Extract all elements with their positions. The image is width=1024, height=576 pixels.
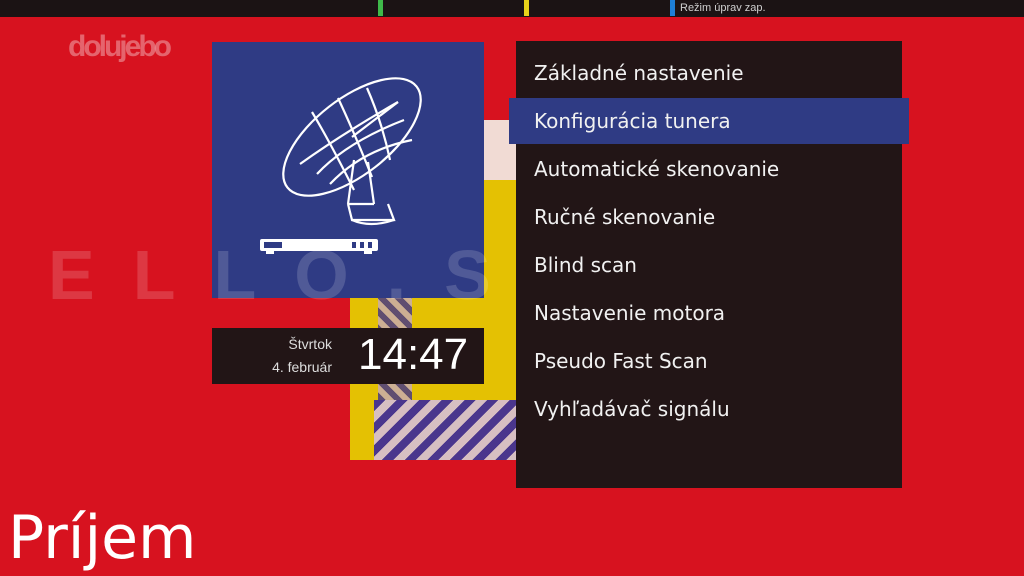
menu-item-automatic-scan[interactable]: Automatické skenovanie	[516, 146, 902, 192]
menu-item-label: Základné nastavenie	[534, 61, 744, 85]
menu-item-blind-scan[interactable]: Blind scan	[516, 242, 902, 288]
menu-item-label: Blind scan	[534, 253, 637, 277]
yellow-key-indicator	[524, 0, 529, 16]
clock-time: 14:47	[358, 330, 469, 379]
menu-item-tuner-configuration[interactable]: Konfigurácia tunera	[509, 98, 909, 144]
page-title: Príjem	[8, 503, 197, 573]
menu-item-motor-settings[interactable]: Nastavenie motora	[516, 290, 902, 336]
menu-item-signal-finder[interactable]: Vyhľadávač signálu	[516, 386, 902, 432]
top-status-bar: Režim úprav zap.	[0, 0, 1024, 17]
preview-bottom-block	[374, 400, 520, 460]
menu-item-label: Automatické skenovanie	[534, 157, 780, 181]
menu-item-label: Nastavenie motora	[534, 301, 726, 325]
menu-item-manual-scan[interactable]: Ručné skenovanie	[516, 194, 902, 240]
menu-item-label: Pseudo Fast Scan	[534, 349, 708, 373]
channel-logo: dolujebo	[68, 30, 172, 63]
menu-item-label: Ručné skenovanie	[534, 205, 716, 229]
menu-item-label: Vyhľadávač signálu	[534, 397, 730, 421]
edit-mode-label: Režim úprav zap.	[680, 2, 766, 14]
clock-date: 4. február	[272, 359, 332, 375]
menu-item-pseudo-fast-scan[interactable]: Pseudo Fast Scan	[516, 338, 902, 384]
blue-key-indicator	[670, 0, 675, 16]
menu-item-basic-settings[interactable]: Základné nastavenie	[516, 50, 902, 96]
menu-item-label: Konfigurácia tunera	[534, 109, 731, 133]
clock-panel: Štvrtok 4. február 14:47	[212, 328, 484, 384]
settings-menu: Základné nastavenie Konfigurácia tunera …	[509, 41, 909, 488]
green-key-indicator	[378, 0, 383, 16]
clock-day: Štvrtok	[288, 336, 332, 352]
